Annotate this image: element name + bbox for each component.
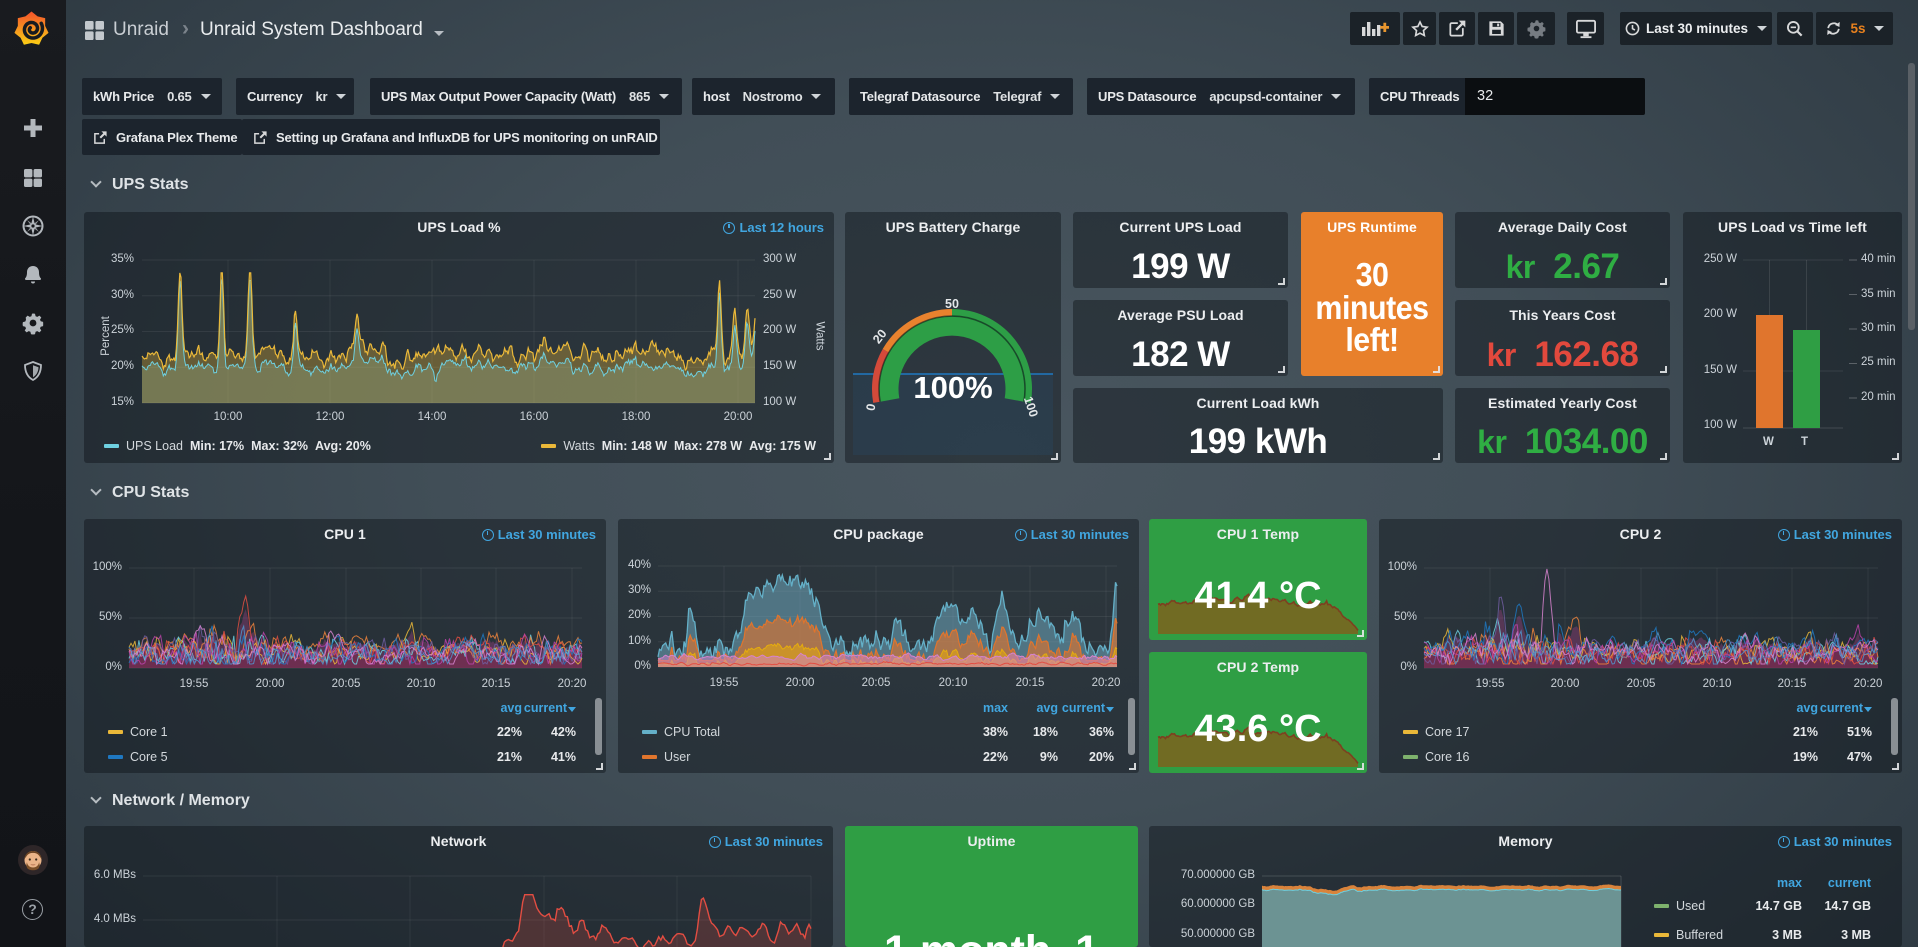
svg-text:50: 50	[945, 297, 959, 311]
